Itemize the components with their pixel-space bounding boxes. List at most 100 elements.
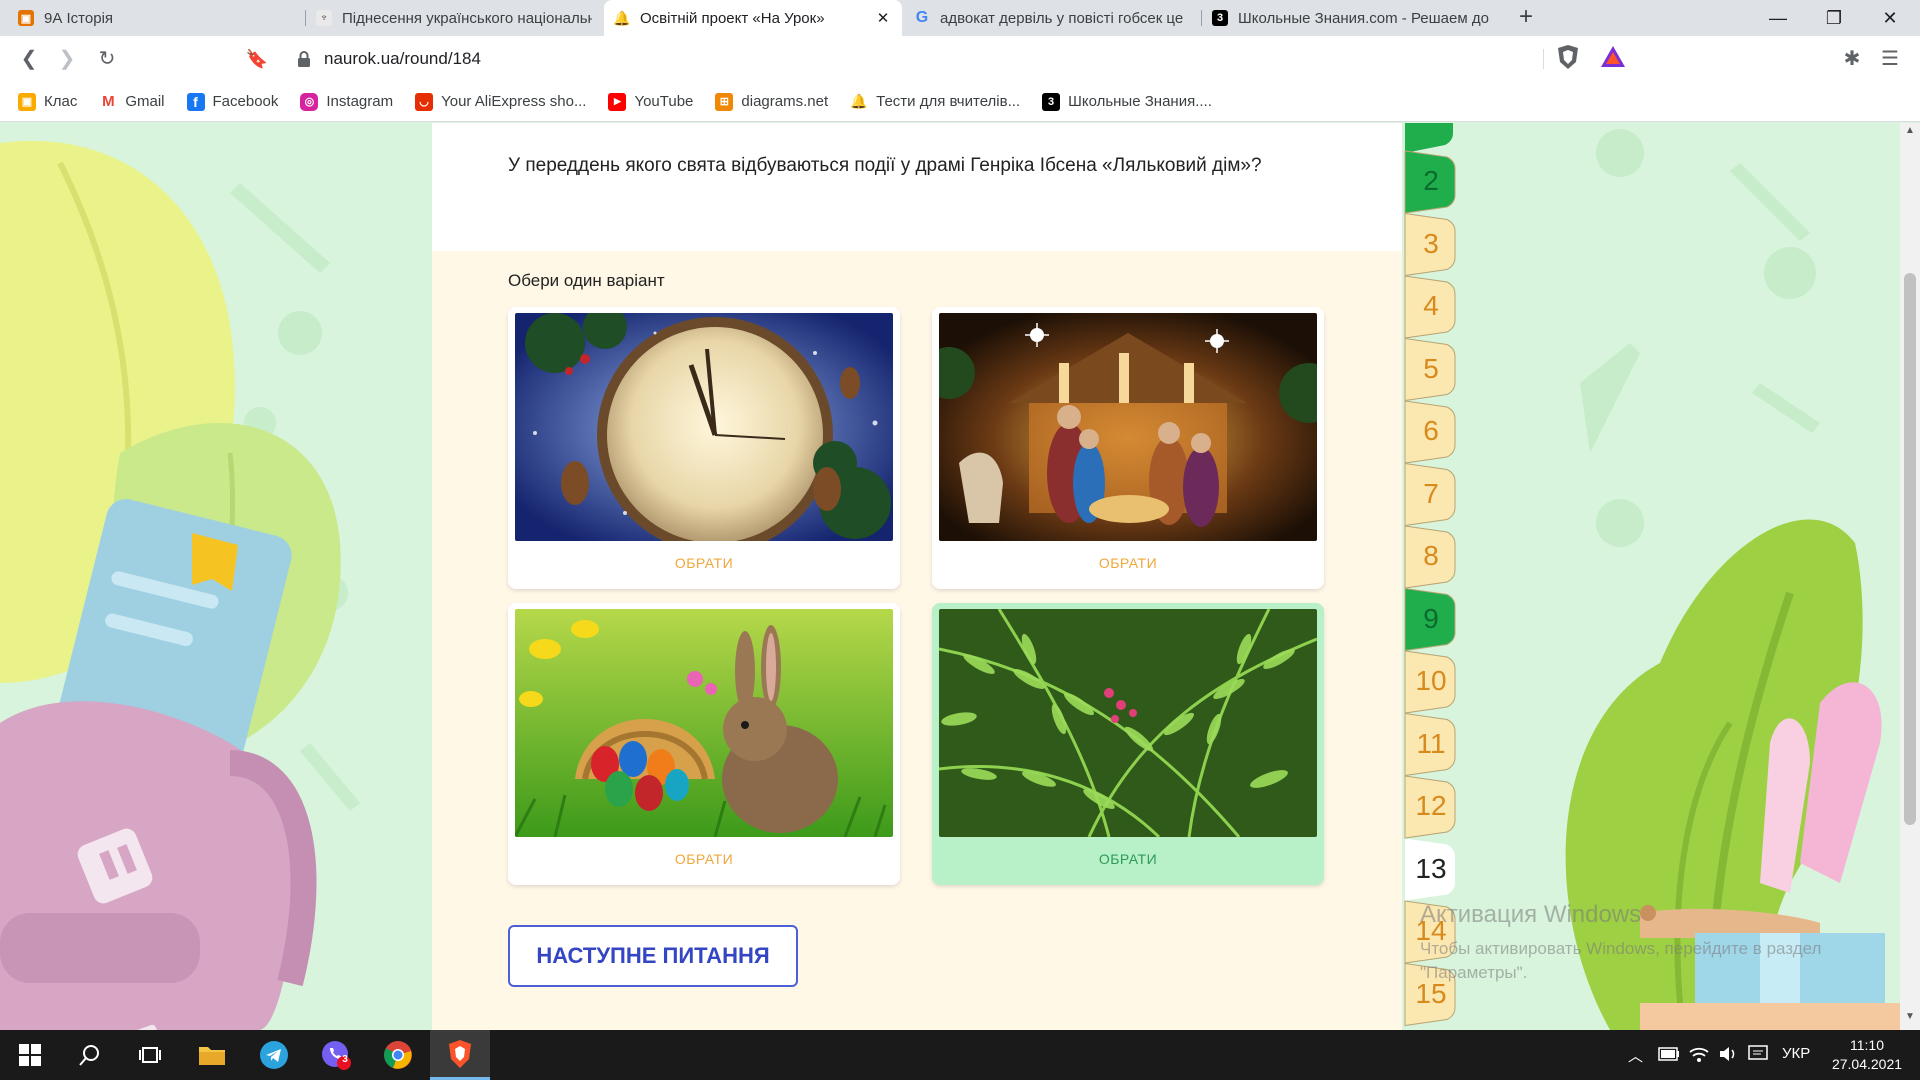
znanija-icon: 3 [1042,92,1061,111]
search-icon [79,1045,99,1066]
backpack-illustration [0,140,360,1030]
bookmark-gmail[interactable]: M Gmail [99,92,165,111]
scroll-thumb[interactable] [1904,273,1916,825]
progress-number-3[interactable]: 3 [1403,228,1459,260]
viber-button[interactable]: 3 [306,1030,366,1080]
bookmark-aliexpress[interactable]: ◡ Your AliExpress sho... [415,92,586,111]
brave-rewards-icon[interactable] [1600,44,1626,70]
aliexpress-icon: ◡ [415,92,434,111]
file-explorer-button[interactable] [182,1030,242,1080]
show-hidden-icons[interactable]: ︿ [1628,1045,1643,1066]
easter-bunny-image [515,609,893,837]
answer-option-4[interactable]: ОБРАТИ [932,603,1324,885]
bookmark-naurok-tests[interactable]: 🔔 Тести для вчителів... [850,93,1020,111]
youtube-icon: ▶ [608,92,627,111]
browser-toolbar: ❮ ❯ ↻ 🔖 naurok.ua/round/184 ✱ ☰ [0,36,1920,82]
task-view-icon [139,1047,161,1063]
tab-bar: ▣ 9А Історія ♆ Піднесення українського н… [0,0,1920,36]
choose-one-label: Обери один варіант [508,271,665,290]
question-progress-ribbon: 2 3 4 5 6 7 8 9 10 11 12 13 14 15 [1403,123,1459,1030]
bookmark-klas[interactable]: ▣ Клас [18,92,77,111]
telegram-button[interactable] [244,1030,304,1080]
progress-number-9[interactable]: 9 [1403,603,1459,635]
tab-classroom[interactable]: ▣ 9А Історія [8,0,304,36]
znanija-icon: 3 [1212,10,1228,26]
answer-option-3[interactable]: ОБРАТИ [508,603,900,885]
brave-shield-icon[interactable] [1556,44,1580,70]
quiz-panel: У переддень якого свята відбуваються под… [432,123,1402,1030]
forward-button[interactable]: ❯ [52,44,82,74]
progress-number-13[interactable]: 13 [1403,853,1459,885]
page-viewport: У переддень якого свята відбуваються под… [0,123,1920,1030]
choose-button-label: ОБРАТИ [674,555,734,571]
viber-notification-badge: 3 [342,1054,348,1065]
choose-button-label: ОБРАТИ [1098,555,1158,571]
bookmark-facebook[interactable]: f Facebook [186,92,278,111]
progress-number-2[interactable]: 2 [1403,165,1459,197]
bookmarks-bar: ▣ Клас M Gmail f Facebook ◎ Instagram ◡ Your … [0,82,1920,122]
question-card: У переддень якого свята відбуваються под… [432,123,1402,251]
close-window-button[interactable]: ✕ [1862,0,1918,36]
extensions-icon[interactable]: ✱ [1840,46,1864,70]
notification-icon[interactable] [1748,1045,1768,1063]
bookmark-icon[interactable]: 🔖 [242,44,272,74]
brave-icon [449,1039,471,1068]
battery-icon[interactable] [1658,1047,1680,1061]
reload-button[interactable]: ↻ [92,44,122,74]
chrome-button[interactable] [368,1030,428,1080]
volume-icon[interactable] [1718,1045,1740,1063]
question-text: У переддень якого свята відбуваються под… [508,155,1262,176]
tab-google-search[interactable]: G адвокат дервіль у повісті гобсек це [904,0,1200,36]
bookmark-diagrams[interactable]: ⊞ diagrams.net [715,92,828,111]
search-button[interactable] [60,1030,120,1080]
choose-button-label: ОБРАТИ [1098,851,1158,867]
plant-illustration [1565,129,1904,1030]
progress-number-4[interactable]: 4 [1403,290,1459,322]
task-view-button[interactable] [120,1030,180,1080]
windows-start-button[interactable] [0,1030,60,1080]
menu-icon[interactable]: ☰ [1878,46,1902,70]
windows-taskbar: 3 ︿ УКР 11:10 27.04.2021 [0,1030,1920,1080]
bookmark-youtube[interactable]: ▶ YouTube [608,92,693,111]
back-button[interactable]: ❮ [14,44,44,74]
windows-activation-watermark: Активация Windows Чтобы активировать Win… [1420,901,1822,982]
answer-option-2[interactable]: ОБРАТИ [932,307,1324,589]
progress-number-6[interactable]: 6 [1403,415,1459,447]
lock-icon [298,51,310,67]
google-classroom-icon: ▣ [18,92,36,111]
progress-number-8[interactable]: 8 [1403,540,1459,572]
gmail-icon: M [99,92,118,111]
input-language[interactable]: УКР [1782,1045,1810,1062]
wifi-icon[interactable] [1688,1045,1710,1063]
progress-number-5[interactable]: 5 [1403,353,1459,385]
diagrams-icon: ⊞ [715,92,734,111]
brave-button[interactable] [430,1030,490,1080]
tab-znanija[interactable]: 3 Школьные Знания.com - Решаем до [1202,0,1502,36]
bookmark-znanija[interactable]: 3 Школьные Знания.... [1042,92,1212,111]
telegram-icon [260,1041,288,1069]
tab-naurok[interactable]: 🔔 Освітній проект «На Урок» ✕ [604,0,902,36]
page-scrollbar[interactable]: ▲ ▼ [1900,123,1920,1030]
answer-option-1[interactable]: ОБРАТИ [508,307,900,589]
google-classroom-icon: ▣ [18,10,34,26]
progress-number-7[interactable]: 7 [1403,478,1459,510]
address-bar[interactable]: naurok.ua/round/184 [284,41,1634,77]
close-tab-icon[interactable]: ✕ [874,9,892,27]
lamp-icon: ♆ [316,10,332,26]
tab-history-article[interactable]: ♆ Піднесення українського національного [306,0,602,36]
scroll-down-arrow[interactable]: ▼ [1900,1011,1920,1027]
next-question-button[interactable]: НАСТУПНЕ ПИТАННЯ [508,925,798,987]
url-text: naurok.ua/round/184 [324,49,481,68]
progress-number-12[interactable]: 12 [1403,790,1459,822]
instagram-icon: ◎ [300,92,319,111]
progress-number-11[interactable]: 11 [1403,728,1459,760]
minimize-button[interactable]: — [1750,0,1806,36]
taskbar-clock[interactable]: 11:10 27.04.2021 [1826,1036,1908,1074]
scroll-up-arrow[interactable]: ▲ [1900,125,1920,141]
restore-button[interactable]: ❐ [1806,0,1862,36]
bookmark-instagram[interactable]: ◎ Instagram [300,92,393,111]
new-tab-button[interactable]: + [1512,4,1540,32]
windows-logo-icon [19,1044,41,1066]
folder-icon [199,1047,225,1065]
progress-number-10[interactable]: 10 [1403,665,1459,697]
